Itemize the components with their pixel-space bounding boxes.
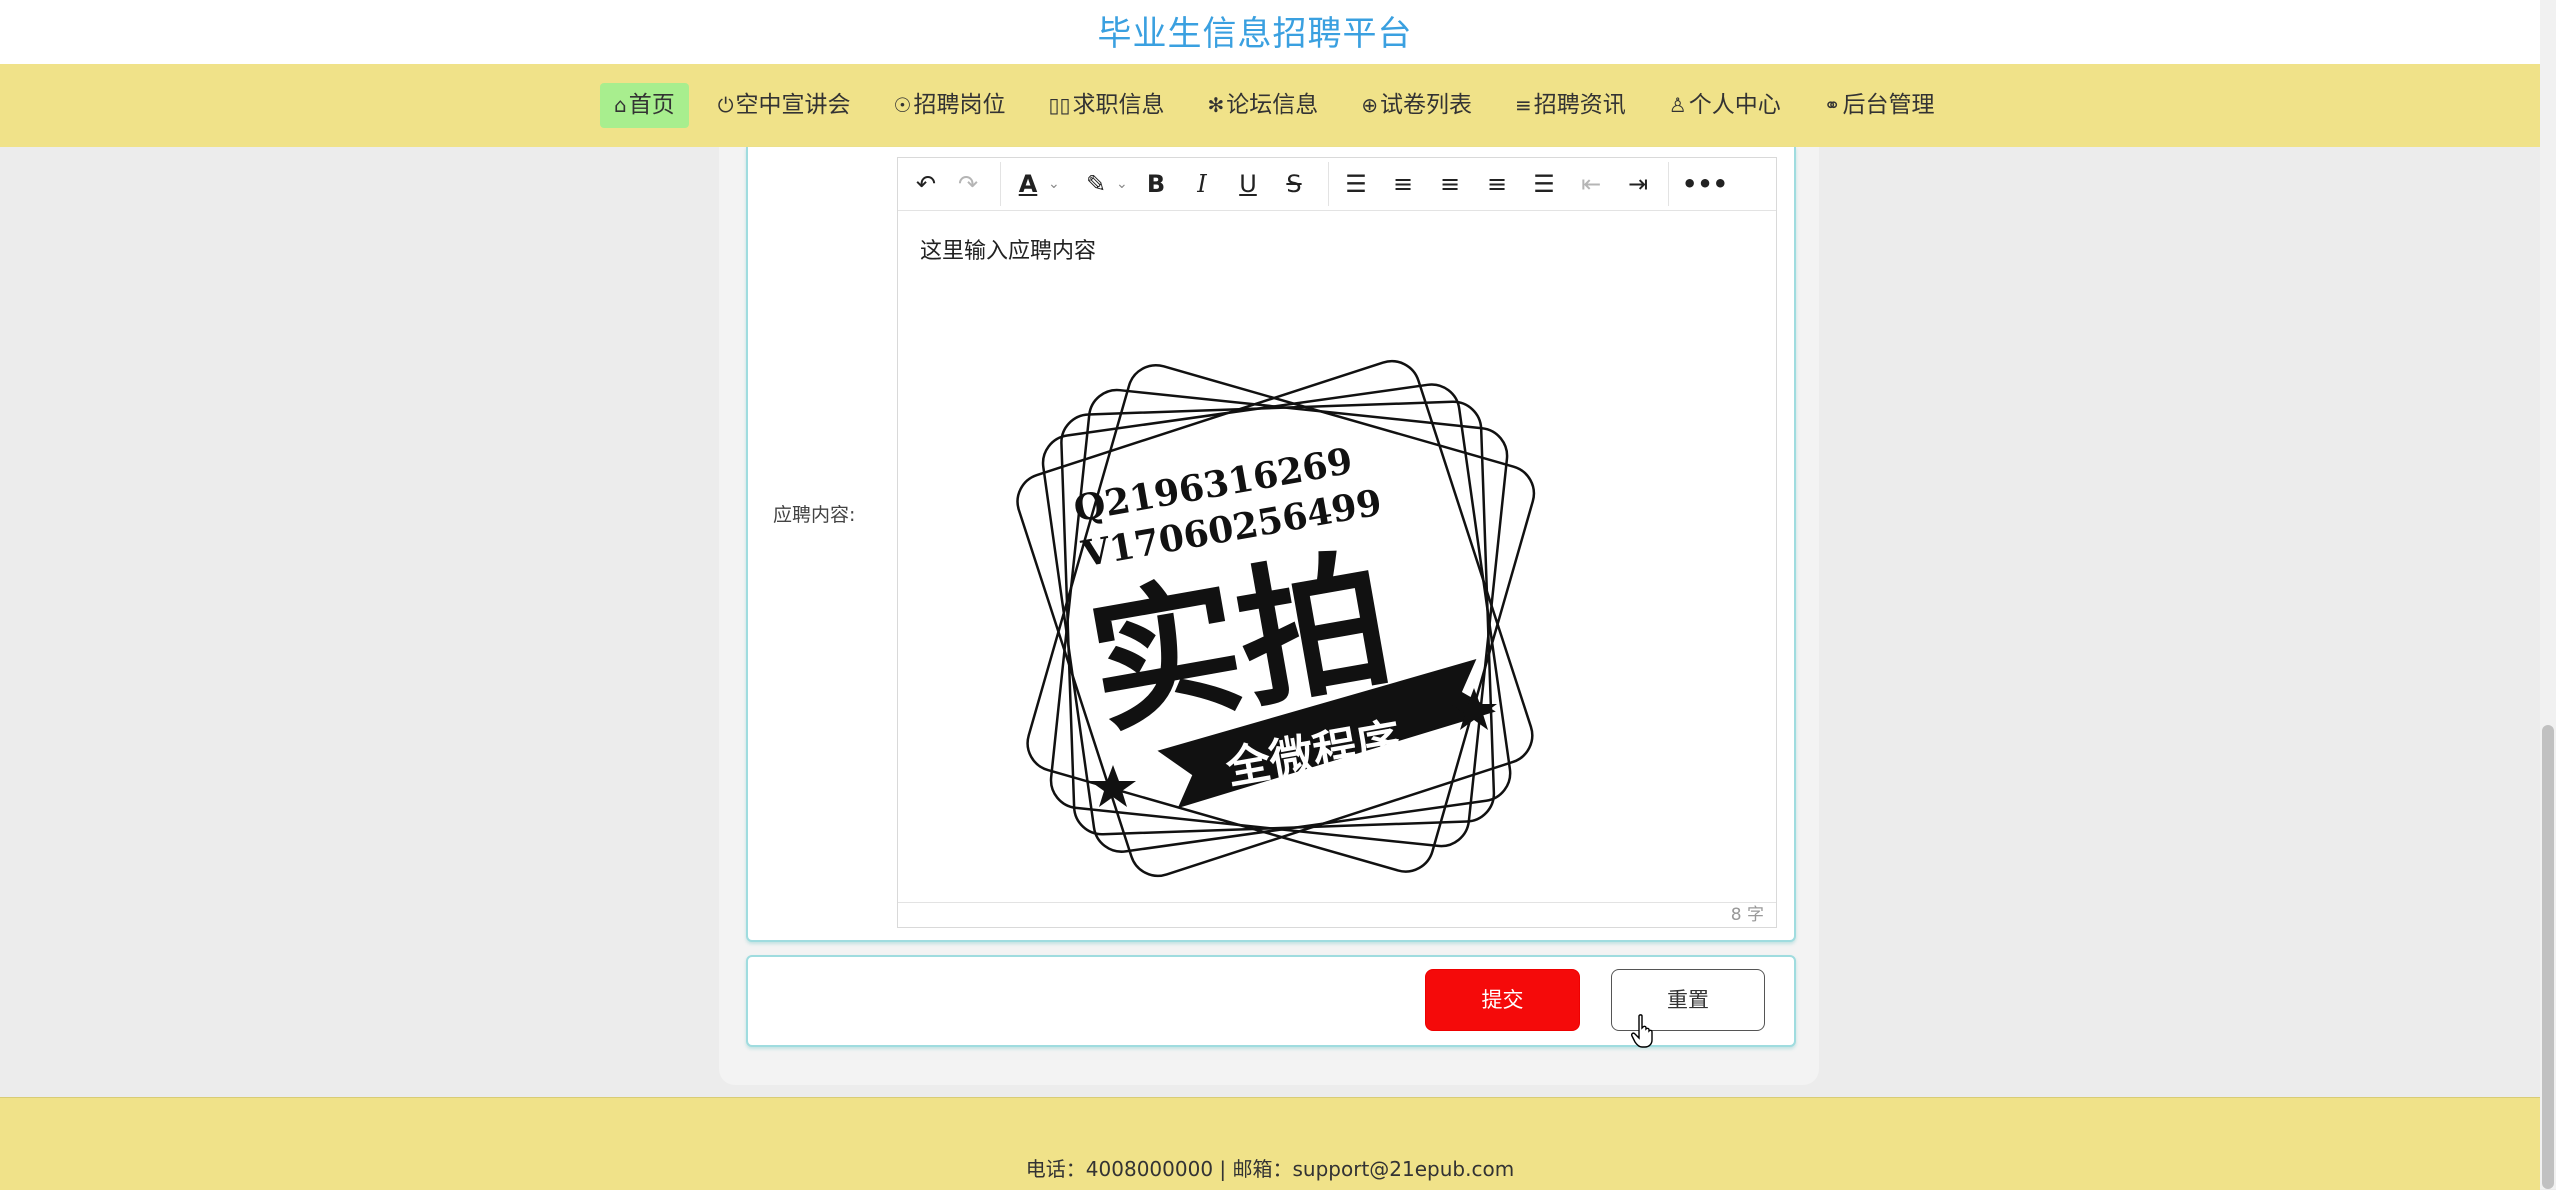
link-icon: ⚭ [1823,93,1841,117]
nav-item-8[interactable]: ⚭后台管理 [1810,83,1949,128]
nav-item-label: 后台管理 [1842,92,1935,118]
more-icon[interactable]: ••• [1682,166,1728,202]
footer: 电话：4008000000 | 邮箱：support@21epub.com [0,1097,2540,1190]
outdent-icon[interactable]: ⇤ [1573,166,1609,202]
nav-item-0[interactable]: ⌂首页 [600,83,689,128]
undo-icon[interactable]: ↶ [908,166,944,202]
main-nav: ⌂首页 ⏻空中宣讲会 ☉招聘岗位 ▯▯求职信息 ✻论坛信息 ⊕试卷列表 ≡招聘资讯 ♙个人中心… [0,64,2540,147]
compass-icon: ☉ [893,93,912,117]
redo-icon[interactable]: ↷ [950,166,986,202]
font-color-icon[interactable]: A [1010,166,1046,202]
bold-icon[interactable]: B [1138,166,1174,202]
nav-item-6[interactable]: ≡招聘资讯 [1501,83,1640,128]
chevron-down-icon[interactable]: ⌄ [1048,166,1060,202]
home-icon: ⌂ [614,93,627,117]
top-header: 毕业生信息招聘平台 [0,0,2540,64]
align-justify-icon[interactable]: ☰ [1526,166,1562,202]
line-height-icon[interactable]: ☰ [1338,166,1374,202]
nav-item-7[interactable]: ♙个人中心 [1655,83,1795,128]
toolbar-divider [1668,162,1669,206]
submit-button[interactable]: 提交 [1425,969,1580,1031]
nav-item-label: 个人中心 [1688,92,1781,118]
globe-icon: ⊕ [1361,93,1379,117]
site-title: 毕业生信息招聘平台 [1097,14,1413,54]
scrollbar-thumb[interactable] [2542,725,2554,1189]
hand-cursor-icon [1631,1014,1653,1048]
sliders-icon: ≡ [1515,93,1532,117]
placeholder-icon: ▯▯ [1048,93,1071,117]
stamp-image: Q2196316269 V17060256499 实拍 全微程序 [1016,359,1536,878]
editor-content[interactable]: 这里输入应聘内容 Q2196316269 V17060256499 实拍 全微程… [898,211,1776,901]
word-count: 8 字 [1730,905,1764,925]
align-right-icon[interactable]: ≡ [1479,166,1515,202]
power-icon: ⏻ [717,93,734,117]
nav-item-label: 求职信息 [1072,92,1165,118]
editor-toolbar: ↶ ↷ A ⌄ ✎ ⌄ B I U S ☰ ≡ ≡ ≡ ☰ ⇤ ⇥ ••• [898,158,1776,211]
snowflake-icon: ✻ [1207,93,1225,117]
nav-item-5[interactable]: ⊕试卷列表 [1347,83,1486,128]
highlight-icon[interactable]: ✎ [1078,166,1114,202]
editor-status-bar: 8 字 [898,902,1776,927]
nav-item-2[interactable]: ☉招聘岗位 [880,83,1020,128]
align-center-icon[interactable]: ≡ [1432,166,1468,202]
strikethrough-icon[interactable]: S [1276,166,1312,202]
align-left-icon[interactable]: ≡ [1385,166,1421,202]
nav-item-3[interactable]: ▯▯求职信息 [1034,83,1178,128]
nav-item-label: 首页 [628,92,675,118]
chevron-down-icon[interactable]: ⌄ [1116,166,1128,202]
footer-contact: 电话：4008000000 | 邮箱：support@21epub.com [1025,1157,1515,1181]
nav-item-label: 招聘岗位 [913,92,1006,118]
nav-item-label: 试卷列表 [1380,92,1473,118]
underline-icon[interactable]: U [1230,166,1266,202]
content-label: 应聘内容: [773,504,856,526]
nav-item-1[interactable]: ⏻空中宣讲会 [704,83,865,128]
indent-icon[interactable]: ⇥ [1620,166,1656,202]
nav-item-label: 论坛信息 [1226,92,1319,118]
nav-item-label: 空中宣讲会 [735,92,851,118]
nav-item-label: 招聘资讯 [1533,92,1626,118]
rich-text-editor[interactable]: ↶ ↷ A ⌄ ✎ ⌄ B I U S ☰ ≡ ≡ ≡ ☰ ⇤ ⇥ ••• 这里… [897,157,1777,928]
user-icon: ♙ [1668,93,1687,117]
toolbar-divider [1000,162,1001,206]
toolbar-divider [1328,162,1329,206]
editor-text: 这里输入应聘内容 [920,239,1097,264]
nav-item-4[interactable]: ✻论坛信息 [1193,83,1332,128]
nav-list: ⌂首页 ⏻空中宣讲会 ☉招聘岗位 ▯▯求职信息 ✻论坛信息 ⊕试卷列表 ≡招聘资讯 ♙个人中心… [600,83,1963,128]
italic-icon[interactable]: I [1184,166,1220,202]
